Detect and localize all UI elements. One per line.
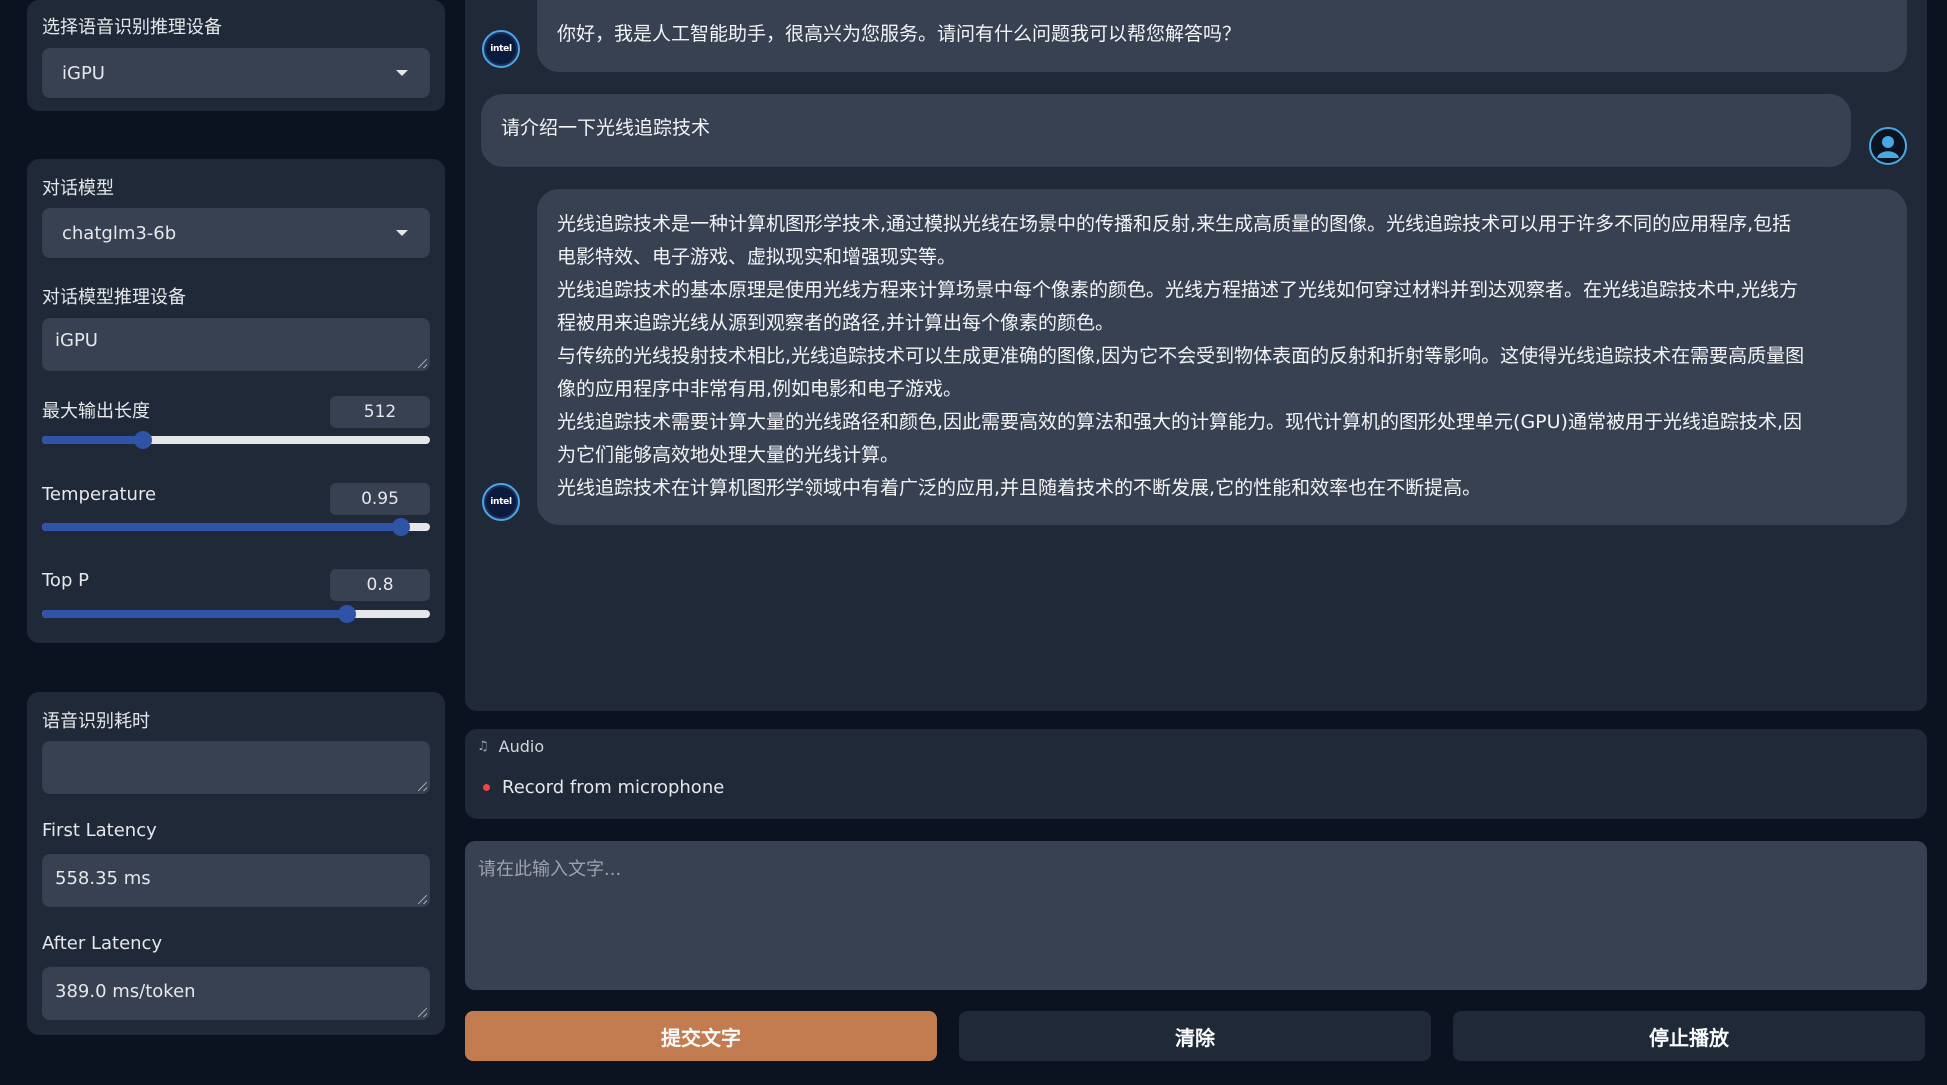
- answer-line: 为它们能够高效地处理大量的光线计算。: [557, 444, 900, 466]
- latency-panel: 语音识别耗时 First Latency 558.35 ms After Lat…: [27, 692, 445, 1035]
- model-settings-panel: 对话模型 chatglm3-6b 对话模型推理设备 iGPU 最大输出长度 51…: [27, 159, 445, 643]
- chat-model-dropdown[interactable]: chatglm3-6b: [42, 208, 430, 258]
- bot-greeting-bubble: 你好，我是人工智能助手，很高兴为您服务。请问有什么问题我可以帮您解答吗？: [537, 0, 1907, 72]
- chat-device-field[interactable]: iGPU: [42, 318, 430, 371]
- bot-answer-bubble: 光线追踪技术是一种计算机图形学技术,通过模拟光线在场景中的传播和反射,来生成高质…: [537, 189, 1907, 525]
- top-p-slider-thumb[interactable]: [337, 605, 356, 623]
- first-latency-field[interactable]: 558.35 ms: [42, 854, 430, 907]
- top-p-slider-fill: [42, 610, 347, 618]
- max-length-slider-thumb[interactable]: [133, 431, 152, 449]
- clear-button[interactable]: 清除: [959, 1011, 1431, 1061]
- answer-line: 光线追踪技术在计算机图形学领域中有着广泛的应用,并且随着技术的不断发展,它的性能…: [557, 477, 1482, 499]
- music-note-icon: ♫: [477, 739, 489, 754]
- temperature-slider-fill: [42, 523, 401, 531]
- asr-device-panel: 选择语音识别推理设备 iGPU: [27, 0, 445, 111]
- asr-time-label: 语音识别耗时: [42, 711, 150, 732]
- top-p-input[interactable]: 0.8: [330, 569, 430, 601]
- resize-handle-icon[interactable]: [418, 895, 427, 904]
- avatar-text: intel: [490, 44, 512, 54]
- chevron-down-icon: [396, 70, 408, 76]
- answer-line: 电影特效、电子游戏、虚拟现实和增强现实等。: [557, 246, 957, 268]
- app-root: 选择语音识别推理设备 iGPU 对话模型 chatglm3-6b 对话模型推理设…: [0, 0, 1947, 1085]
- avatar-text: intel: [490, 497, 512, 507]
- answer-line: 像的应用程序中非常有用,例如电影和电子游戏。: [557, 378, 963, 400]
- stop-playback-button[interactable]: 停止播放: [1453, 1011, 1925, 1061]
- chat-device-label: 对话模型推理设备: [42, 287, 186, 308]
- max-length-slider-fill: [42, 436, 143, 444]
- max-length-input[interactable]: 512: [330, 396, 430, 428]
- user-avatar-icon: [1869, 127, 1907, 165]
- max-length-slider[interactable]: [42, 431, 430, 449]
- after-latency-field[interactable]: 389.0 ms/token: [42, 967, 430, 1020]
- asr-device-label: 选择语音识别推理设备: [42, 17, 222, 38]
- record-label: Record from microphone: [502, 777, 725, 798]
- temperature-slider[interactable]: [42, 518, 430, 536]
- audio-label-text: Audio: [498, 737, 545, 756]
- record-from-microphone-button[interactable]: Record from microphone: [483, 777, 724, 798]
- after-latency-value: 389.0 ms/token: [55, 981, 196, 1002]
- asr-time-field[interactable]: [42, 741, 430, 794]
- message-input[interactable]: [465, 841, 1927, 990]
- first-latency-value: 558.35 ms: [55, 868, 151, 889]
- temperature-label: Temperature: [42, 484, 157, 505]
- intel-avatar-icon: intel: [482, 30, 520, 68]
- submit-text-button[interactable]: 提交文字: [465, 1011, 937, 1061]
- first-latency-label: First Latency: [42, 820, 157, 841]
- answer-line: 程被用来追踪光线从源到观察者的路径,并计算出每个像素的颜色。: [557, 312, 1115, 334]
- resize-handle-icon[interactable]: [418, 1008, 427, 1017]
- asr-device-value: iGPU: [62, 62, 105, 84]
- asr-device-dropdown[interactable]: iGPU: [42, 48, 430, 98]
- audio-panel: ♫ Audio Record from microphone: [465, 729, 1927, 819]
- chatbot-panel: intel 你好，我是人工智能助手，很高兴为您服务。请问有什么问题我可以帮您解答…: [465, 0, 1927, 711]
- chat-model-label: 对话模型: [42, 178, 114, 199]
- chat-device-value: iGPU: [55, 330, 98, 351]
- answer-line: 光线追踪技术是一种计算机图形学技术,通过模拟光线在场景中的传播和反射,来生成高质…: [557, 213, 1792, 235]
- audio-label: ♫ Audio: [477, 737, 544, 756]
- record-dot-icon: [483, 784, 490, 791]
- chevron-down-icon: [396, 230, 408, 236]
- answer-line: 光线追踪技术需要计算大量的光线路径和颜色,因此需要高效的算法和强大的计算能力。现…: [557, 411, 1802, 433]
- resize-handle-icon[interactable]: [418, 359, 427, 368]
- chat-model-value: chatglm3-6b: [62, 222, 177, 244]
- user-message-bubble: 请介绍一下光线追踪技术: [481, 94, 1851, 167]
- temperature-slider-thumb[interactable]: [391, 518, 410, 536]
- resize-handle-icon[interactable]: [418, 782, 427, 791]
- intel-avatar-icon: intel: [482, 483, 520, 521]
- temperature-input[interactable]: 0.95: [330, 483, 430, 515]
- after-latency-label: After Latency: [42, 933, 163, 954]
- top-p-label: Top P: [42, 570, 89, 591]
- answer-line: 与传统的光线投射技术相比,光线追踪技术可以生成更准确的图像,因为它不会受到物体表…: [557, 345, 1805, 367]
- bot-greeting-text: 你好，我是人工智能助手，很高兴为您服务。请问有什么问题我可以帮您解答吗？: [557, 23, 1242, 45]
- user-message-text: 请介绍一下光线追踪技术: [501, 117, 711, 139]
- top-p-slider[interactable]: [42, 605, 430, 623]
- answer-line: 光线追踪技术的基本原理是使用光线方程来计算场景中每个像素的颜色。光线方程描述了光…: [557, 279, 1799, 301]
- max-length-label: 最大输出长度: [42, 401, 150, 422]
